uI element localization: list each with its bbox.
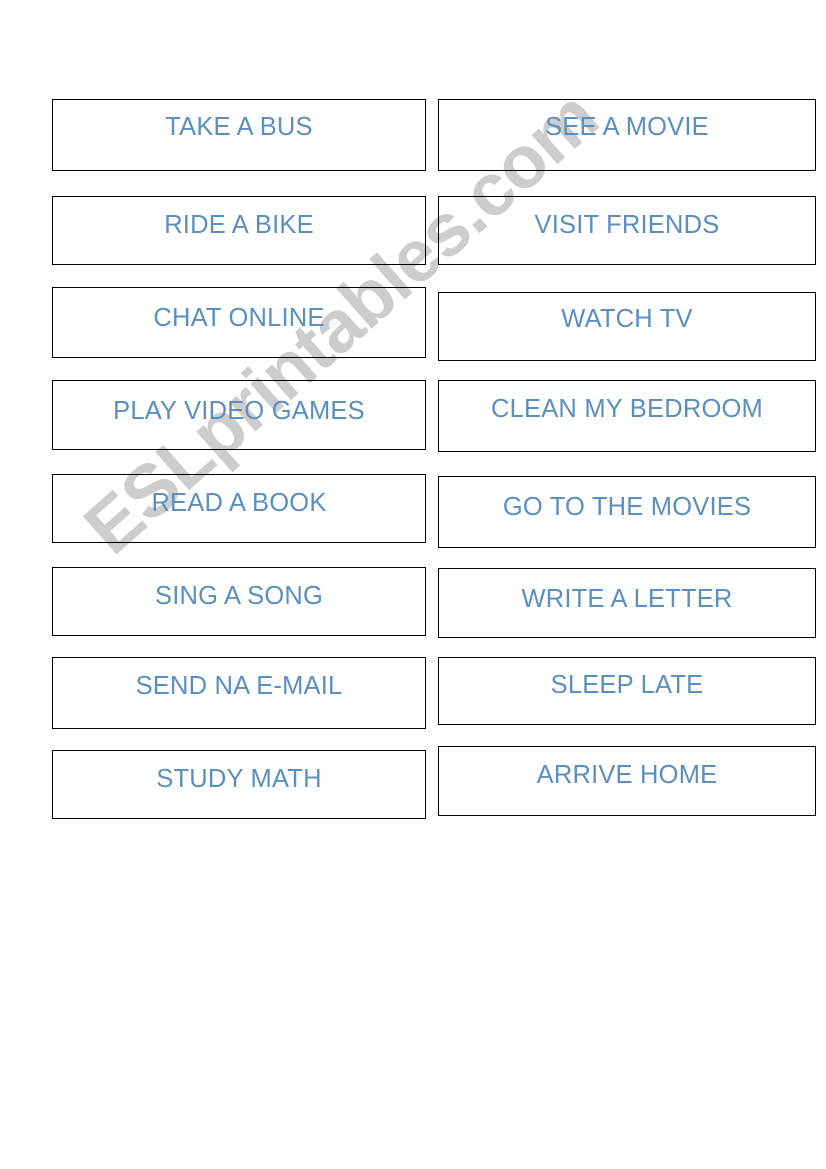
flashcard[interactable]: CLEAN MY BEDROOM: [438, 380, 816, 452]
flashcard[interactable]: STUDY MATH: [52, 750, 426, 819]
worksheet-page: ESLprintables.com TAKE A BUS RIDE A BIKE…: [0, 0, 826, 1169]
flashcard-grid: TAKE A BUS RIDE A BIKE CHAT ONLINE PLAY …: [0, 0, 826, 1169]
flashcard-label: PLAY VIDEO GAMES: [113, 397, 365, 425]
flashcard-label: ARRIVE HOME: [536, 761, 718, 789]
flashcard-label: TAKE A BUS: [165, 113, 313, 141]
flashcard-label: WATCH TV: [561, 305, 693, 333]
flashcard[interactable]: SEE A MOVIE: [438, 99, 816, 171]
flashcard[interactable]: PLAY VIDEO GAMES: [52, 380, 426, 450]
flashcard[interactable]: SEND NA E-MAIL: [52, 657, 426, 729]
flashcard[interactable]: WATCH TV: [438, 292, 816, 361]
flashcard[interactable]: VISIT FRIENDS: [438, 196, 816, 265]
flashcard[interactable]: CHAT ONLINE: [52, 287, 426, 358]
flashcard[interactable]: GO TO THE MOVIES: [438, 476, 816, 548]
flashcard[interactable]: READ A BOOK: [52, 474, 426, 543]
flashcard-label: STUDY MATH: [156, 765, 322, 793]
flashcard-label: RIDE A BIKE: [164, 211, 314, 239]
flashcard-label: SLEEP LATE: [550, 671, 704, 699]
flashcard-label: SEE A MOVIE: [545, 113, 709, 141]
flashcard-label: CLEAN MY BEDROOM: [491, 395, 763, 423]
flashcard-label: CHAT ONLINE: [153, 304, 325, 332]
flashcard-label: READ A BOOK: [151, 489, 327, 517]
flashcard-label: SEND NA E-MAIL: [135, 672, 343, 700]
flashcard[interactable]: TAKE A BUS: [52, 99, 426, 171]
flashcard-label: GO TO THE MOVIES: [502, 493, 752, 521]
flashcard[interactable]: SLEEP LATE: [438, 657, 816, 725]
flashcard[interactable]: WRITE A LETTER: [438, 568, 816, 638]
flashcard-label: VISIT FRIENDS: [534, 211, 720, 239]
flashcard[interactable]: SING A SONG: [52, 567, 426, 636]
flashcard[interactable]: ARRIVE HOME: [438, 746, 816, 816]
flashcard-label: WRITE A LETTER: [521, 585, 733, 613]
flashcard-label: SING A SONG: [155, 582, 323, 610]
flashcard[interactable]: RIDE A BIKE: [52, 196, 426, 265]
